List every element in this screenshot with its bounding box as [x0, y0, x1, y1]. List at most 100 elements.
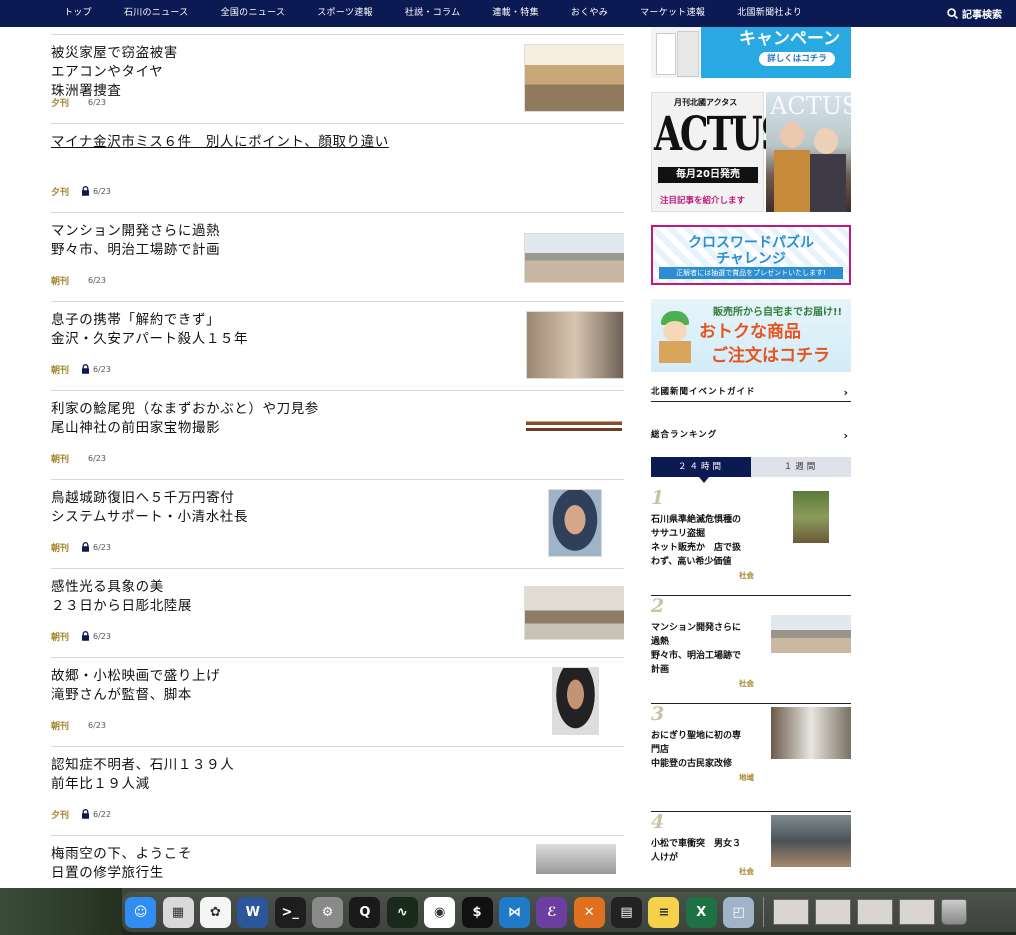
nav-item-4[interactable]: 社説・コラム [389, 0, 477, 27]
ranking-item[interactable]: 1 石川県準絶滅危惧種の ササユリ盗掘 ネット販売か 店で扱 わず、高い希少価値 社会 [651, 487, 851, 596]
photo-interview[interactable] [526, 311, 624, 379]
rank-photo-onigiri-shop[interactable] [771, 707, 851, 759]
ranking-category: 社会 [739, 571, 754, 580]
minimized-window-3[interactable] [857, 899, 894, 925]
terminal-icon[interactable]: >_ [274, 896, 306, 928]
article-item[interactable]: 利家の鯰尾兜（なまずおかぶと）や刀見参 尾山神社の前田家宝物撮影 朝刊 6/23 [51, 390, 624, 479]
article-title[interactable]: 故郷・小松映画で盛り上げ 滝野さんが監督、脚本 [51, 667, 511, 705]
nav-item-0[interactable]: トップ [48, 0, 108, 27]
lock-icon [82, 186, 90, 196]
iterm-icon[interactable]: $ [461, 896, 493, 928]
actus-cover: ACTUS [766, 92, 851, 212]
crossword-banner[interactable]: クロスワードパズル チャレンジ 正解者には抽選で賞品をプレゼントいたします! [651, 225, 851, 285]
notes-icon[interactable]: ≡ [648, 896, 680, 928]
ranking-title-line: ササユリ盗掘 [651, 529, 706, 539]
xquartz-icon[interactable]: ✕ [573, 896, 605, 928]
minimized-window-4[interactable] [899, 899, 936, 925]
ranking-title[interactable]: 石川県準絶滅危惧種の ササユリ盗掘 ネット販売か 店で扱 わず、高い希少価値 [651, 513, 757, 569]
article-search-button[interactable]: 記事検索 [947, 0, 1002, 27]
excel-icon[interactable]: X [685, 896, 717, 928]
chrome-icon[interactable]: ◉ [424, 896, 456, 928]
article-title[interactable]: マイナ金沢市ミス６件 別人にポイント、顔取り違い [51, 133, 511, 152]
article-item[interactable]: 息子の携帯「解約できず」 金沢・久安アパート殺人１５年 朝刊 6/23 [51, 301, 624, 390]
article-list: 被災家屋で窃盗被害 エアコンやタイヤ 珠洲署捜査 夕刊 6/23 マイナ金沢市ミス６件 別… [51, 27, 624, 897]
campaign-banner[interactable]: キャンペーン 詳しくはコチラ [651, 27, 851, 78]
nav-item-2[interactable]: 全国のニュース [205, 0, 302, 27]
ranking-title-row[interactable]: 総合ランキング › [651, 428, 851, 444]
article-title[interactable]: 認知症不明者、石川１３９人 前年比１９人減 [51, 756, 511, 794]
actus-logo: ACTUS [654, 107, 787, 162]
minimized-window-1[interactable] [773, 899, 810, 925]
article-title[interactable]: 被災家屋で窃盗被害 エアコンやタイヤ 珠洲署捜査 [51, 44, 511, 101]
nav-item-6[interactable]: おくやみ [555, 0, 624, 27]
rank-number: 4 [651, 811, 665, 833]
photo-portrait-director[interactable] [552, 667, 599, 735]
nav-item-1[interactable]: 石川のニュース [108, 0, 205, 27]
edition-label: 朝刊 [51, 365, 70, 376]
trash-icon[interactable] [941, 899, 968, 925]
article-item[interactable]: 鳥越城跡復旧へ５千万円寄付 システムサポート・小清水社長朝刊 6/23 [51, 479, 624, 568]
rank-photo-sasayuri[interactable] [793, 491, 829, 543]
rank-photo-construction[interactable] [771, 615, 851, 653]
ranking-title[interactable]: 小松で車衝突 男女３ 人けが [651, 837, 757, 865]
ranking-item[interactable]: 2 マンション開発さらに 過熱 野々市、明治工場跡で 計画 社会 [651, 595, 851, 704]
nav-item-8[interactable]: 北國新聞社より [721, 0, 818, 27]
article-title[interactable]: 梅雨空の下、ようこそ 日置の修学旅行生 [51, 845, 511, 883]
article-item[interactable]: マンション開発さらに過熱 野々市、明治工場跡で計画 朝刊 6/23 [51, 212, 624, 301]
ranking-title-line: 野々市、明治工場跡で [651, 651, 742, 661]
article-title[interactable]: 利家の鯰尾兜（なまずおかぶと）や刀見参 尾山神社の前田家宝物撮影 [51, 400, 511, 438]
article-item[interactable]: 感性光る具象の美 ２３日から日彫北陸展 朝刊 6/23 [51, 568, 624, 657]
article-title[interactable]: 息子の携帯「解約できず」 金沢・久安アパート殺人１５年 [51, 311, 511, 349]
photo-exhibition[interactable] [524, 586, 624, 640]
ranking-item[interactable]: 4 小松で車衝突 男女３ 人けが 社会 [651, 811, 851, 887]
finder-icon[interactable]: ☺ [125, 896, 157, 928]
emacs-icon[interactable]: ℰ [536, 896, 568, 928]
actus-cover-logo: ACTUS [770, 92, 851, 120]
photo-portrait-president[interactable] [548, 489, 602, 557]
actus-banner[interactable]: 月刊北國アクタス ACTUS 毎月20日発売 注目記事を紹介します ACTUS [651, 92, 851, 212]
article-title[interactable]: 感性光る具象の美 ２３日から日彫北陸展 [51, 578, 511, 616]
article-title[interactable]: マンション開発さらに過熱 野々市、明治工場跡で計画 [51, 222, 511, 260]
delivery-mascot [657, 311, 693, 365]
minimized-window-2[interactable] [815, 899, 852, 925]
kindle-icon[interactable]: ▤ [611, 896, 643, 928]
nav-item-5[interactable]: 連載・特集 [476, 0, 555, 27]
photo-damaged-house[interactable] [524, 44, 624, 112]
delivery-banner[interactable]: 販売所から自宅までお届け!! おトクな商品 ご注文はコチラ [651, 299, 851, 372]
photos-icon[interactable]: ✿ [199, 896, 231, 928]
article-date: 6/23 [88, 453, 106, 463]
tab-24-hours[interactable]: ２４時間 [651, 457, 751, 483]
photo-construction-site[interactable] [524, 233, 624, 283]
article-title-line: 前年比１９人減 [51, 776, 150, 792]
ranking-title[interactable]: おにぎり聖地に初の専 門店 中能登の古民家改修 [651, 729, 757, 771]
ranking-item[interactable]: 3 おにぎり聖地に初の専 門店 中能登の古民家改修 地域 [651, 703, 851, 812]
preview-icon[interactable]: ◰ [723, 896, 755, 928]
nav-item-7[interactable]: マーケット速報 [624, 0, 721, 27]
tab-1-week[interactable]: １週間 [751, 457, 851, 477]
article-item[interactable]: マイナ金沢市ミス６件 別人にポイント、顔取り違い 夕刊 6/23 [51, 123, 624, 212]
article-title-line: 鳥越城跡復旧へ５千万円寄付 [51, 490, 235, 506]
ranking-title-line: おにぎり聖地に初の専 [651, 731, 742, 741]
photo-sword[interactable] [526, 415, 622, 437]
ranking-title-line: 過熱 [651, 637, 670, 647]
launchpad-icon[interactable]: ▦ [162, 896, 194, 928]
ranking-title-line: 門店 [651, 745, 670, 755]
photo-school-trip[interactable] [536, 844, 616, 874]
word-icon[interactable]: W [237, 896, 269, 928]
article-title-line: 故郷・小松映画で盛り上げ [51, 668, 221, 684]
nav-item-3[interactable]: スポーツ速報 [301, 0, 389, 27]
article-item[interactable]: 被災家屋で窃盗被害 エアコンやタイヤ 珠洲署捜査 夕刊 6/23 [51, 34, 624, 123]
article-item[interactable]: 故郷・小松映画で盛り上げ 滝野さんが監督、脚本 朝刊 6/23 [51, 657, 624, 746]
activity-monitor-icon[interactable]: ∿ [386, 896, 418, 928]
article-title[interactable]: 鳥越城跡復旧へ５千万円寄付 システムサポート・小清水社長 [51, 489, 511, 527]
ranking-title[interactable]: マンション開発さらに 過熱 野々市、明治工場跡で 計画 [651, 621, 757, 677]
event-guide-link[interactable]: 北國新聞イベントガイド › [651, 385, 851, 402]
system-preferences-icon[interactable]: ⚙ [312, 896, 344, 928]
article-item[interactable]: 認知症不明者、石川１３９人 前年比１９人減 夕刊 6/22 [51, 746, 624, 835]
search-label: 記事検索 [962, 10, 1002, 21]
quicktime-icon[interactable]: Q [349, 896, 381, 928]
article-meta: 朝刊 6/23 [51, 541, 111, 554]
vscode-icon[interactable]: ⋈ [498, 896, 530, 928]
rank-photo-car-accident[interactable] [771, 815, 851, 867]
campaign-cta[interactable]: 詳しくはコチラ [759, 52, 835, 66]
